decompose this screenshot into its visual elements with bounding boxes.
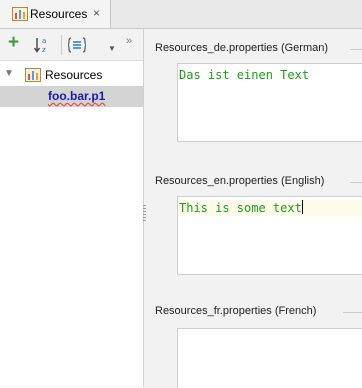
value-text: Das ist einen Text	[179, 68, 310, 82]
structure-panel: + a z ▼ » ▼ Resources foo.bar.p1	[0, 29, 144, 387]
section-title-french: Resources_fr.properties (French)	[155, 305, 317, 317]
section-divider	[350, 182, 362, 183]
section-divider	[343, 312, 362, 313]
tree-node-resources[interactable]: ▼ Resources	[0, 65, 143, 85]
group-by-icon[interactable]	[68, 37, 86, 53]
property-key-label: foo.bar.p1	[48, 89, 106, 103]
resource-bundle-icon	[25, 68, 41, 82]
tab-resources[interactable]: Resources ×	[0, 0, 111, 28]
svg-text:a: a	[42, 37, 46, 45]
tab-label: Resources	[30, 7, 88, 21]
more-actions-icon[interactable]: »	[126, 35, 132, 47]
svg-text:z: z	[42, 46, 46, 54]
expand-arrow-icon[interactable]: ▼	[4, 68, 14, 79]
section-title-german: Resources_de.properties (German)	[155, 42, 329, 54]
value-editor-english[interactable]: This is some text	[177, 196, 362, 275]
resource-bundle-icon	[12, 7, 28, 21]
splitter-handle[interactable]	[143, 205, 146, 223]
value-text: This is some text	[179, 200, 303, 215]
plus-icon[interactable]: +	[8, 33, 19, 53]
tree-node-label: Resources	[45, 68, 103, 82]
chevron-down-icon[interactable]: ▼	[108, 44, 116, 53]
structure-toolbar: + a z ▼ »	[0, 29, 143, 61]
value-editor-german[interactable]: Das ist einen Text	[177, 63, 362, 142]
tree-node-property-key[interactable]: foo.bar.p1	[0, 86, 143, 107]
section-title-english: Resources_en.properties (English)	[155, 175, 325, 187]
value-editor-french[interactable]	[177, 328, 362, 388]
toolbar-divider	[61, 35, 62, 55]
current-line-highlight: This is some text	[178, 200, 362, 216]
editor-tab-bar: Resources ×	[0, 0, 362, 29]
section-divider	[350, 49, 362, 50]
text-caret	[301, 200, 303, 214]
sort-alphabetical-icon[interactable]: a z	[33, 35, 53, 55]
close-icon[interactable]: ×	[93, 6, 100, 20]
editor-line: Das ist einen Text	[178, 67, 362, 83]
